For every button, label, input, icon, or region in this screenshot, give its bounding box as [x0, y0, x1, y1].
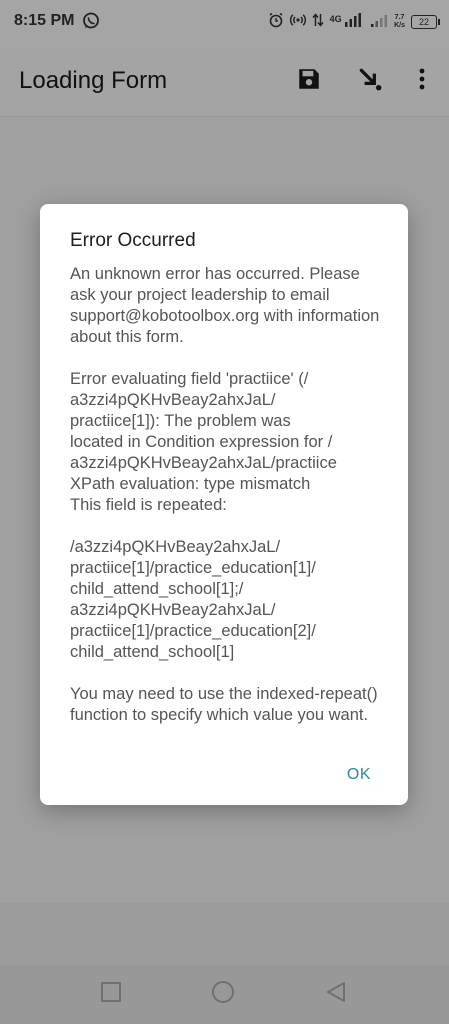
save-icon	[296, 66, 322, 97]
signal-icon-secondary	[370, 13, 388, 32]
status-icons: 4G 7.7 K/s 22	[268, 10, 440, 34]
speed-unit: K/s	[394, 22, 405, 29]
error-dialog: Error Occurred An unknown error has occu…	[40, 204, 408, 805]
status-time: 8:15 PM	[14, 12, 75, 29]
status-bar: 8:15 PM 4G 7.7 K/s 22	[0, 0, 449, 44]
go-to-end-button[interactable]	[355, 66, 385, 96]
dialog-paragraph-paths: /a3zzi4pQKHvBeay2ahxJaL/ practiice[1]/pr…	[70, 538, 316, 661]
form-bottom-area	[0, 903, 449, 965]
dialog-paragraph-hint: You may need to use the indexed-repeat()…	[70, 685, 378, 724]
recents-icon	[100, 981, 122, 1008]
battery-icon: 22	[411, 15, 440, 29]
hotspot-icon	[289, 12, 306, 33]
system-nav-bar	[0, 965, 449, 1024]
whatsapp-icon	[82, 12, 100, 30]
more-options-button[interactable]	[407, 66, 437, 96]
alarm-icon	[268, 12, 284, 33]
signal-icon: 4G	[329, 12, 364, 32]
app-bar: Loading Form	[0, 44, 449, 117]
data-transfer-icon	[312, 12, 324, 33]
ok-button[interactable]: OK	[347, 766, 371, 784]
speed-value: 7.7	[394, 14, 405, 21]
back-icon	[325, 980, 347, 1009]
network-type-label: 4G	[329, 13, 342, 24]
dialog-message: An unknown error has occurred. Please as…	[70, 264, 390, 747]
back-button[interactable]	[323, 981, 349, 1007]
go-to-end-icon	[357, 66, 383, 97]
save-button[interactable]	[294, 66, 324, 96]
network-speed: 7.7 K/s	[394, 14, 405, 30]
dialog-title: Error Occurred	[70, 230, 196, 251]
home-button[interactable]	[210, 980, 236, 1009]
dialog-paragraph-intro: An unknown error has occurred. Please as…	[70, 265, 380, 346]
recents-button[interactable]	[98, 981, 124, 1007]
home-icon	[211, 980, 235, 1009]
dialog-paragraph-error: Error evaluating field 'practiice' (/ a3…	[70, 370, 337, 514]
battery-level: 22	[418, 17, 429, 27]
more-vert-icon	[418, 67, 426, 96]
page-title: Loading Form	[19, 67, 168, 94]
